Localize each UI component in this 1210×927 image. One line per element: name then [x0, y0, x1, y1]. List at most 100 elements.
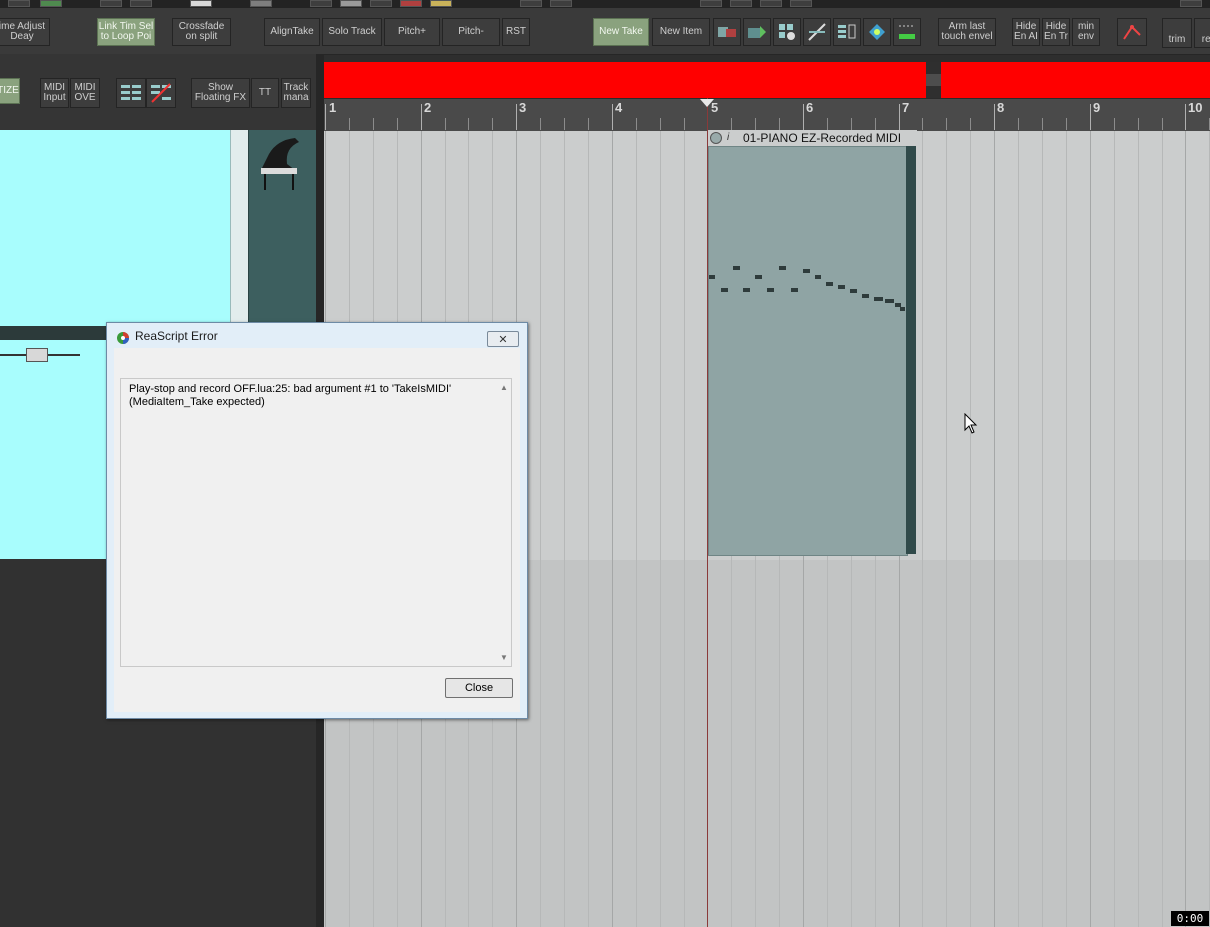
- toolbar-icon[interactable]: [700, 0, 722, 7]
- solo-track-button[interactable]: Solo Track: [322, 18, 382, 46]
- scroll-up-icon[interactable]: ▲: [500, 383, 508, 392]
- midi-overdub-button[interactable]: MIDI OVE: [70, 78, 100, 108]
- midi-note: [743, 288, 750, 292]
- pitch-down-button[interactable]: Pitch-: [442, 18, 500, 46]
- toolbar-icon[interactable]: [190, 0, 212, 7]
- track-list-icon[interactable]: [116, 78, 146, 108]
- grid-line: [1090, 130, 1091, 927]
- ruler-tick: [421, 104, 422, 130]
- trim-button[interactable]: trim: [1162, 18, 1192, 48]
- scroll-down-icon[interactable]: ▼: [500, 653, 508, 662]
- cursor-marker-icon[interactable]: [700, 99, 714, 107]
- toolbar-icon[interactable]: [340, 0, 362, 7]
- toolbar-icon[interactable]: [100, 0, 122, 7]
- min-envelope-button[interactable]: min env: [1072, 18, 1100, 46]
- track-toolbar: TIZE MIDI Input MIDI OVE Show Floating F…: [0, 54, 320, 130]
- quantize-button[interactable]: TIZE: [0, 78, 20, 104]
- grid-hand-icon[interactable]: [773, 18, 801, 46]
- volume-fader-handle[interactable]: [26, 348, 48, 362]
- dialog-close-x-button[interactable]: ✕: [487, 331, 519, 347]
- hide-envelopes-track-button[interactable]: Hide En Tr: [1042, 18, 1070, 46]
- scrollbar[interactable]: ▲ ▼: [497, 379, 511, 666]
- midi-note: [721, 288, 728, 292]
- media-item-header[interactable]: i 01-PIANO EZ-Recorded MIDI: [707, 130, 917, 146]
- ruler-tick: [1138, 118, 1139, 130]
- meter-icon[interactable]: [893, 18, 921, 46]
- arm-last-touched-envelope-button[interactable]: Arm last touch envel: [938, 18, 996, 46]
- bar-number: 10: [1188, 100, 1203, 115]
- toolbar-icon[interactable]: [1180, 0, 1202, 7]
- rea-button[interactable]: rea: [1194, 18, 1210, 48]
- ruler-tick: [492, 118, 493, 130]
- toolbar-icon[interactable]: [8, 0, 30, 7]
- ruler-tick: [755, 118, 756, 130]
- rst-button[interactable]: RST: [502, 18, 530, 46]
- toolbar-icon[interactable]: [550, 0, 572, 7]
- midi-note: [885, 299, 894, 303]
- grid-line: [612, 130, 613, 927]
- time-adjust-delay-button[interactable]: ime Adjust Deay: [0, 18, 50, 46]
- take-icon[interactable]: [713, 18, 741, 46]
- ruler-tick: [325, 104, 326, 130]
- track-list-disabled-icon[interactable]: [146, 78, 176, 108]
- midi-note: [815, 275, 821, 279]
- toolbar-icon[interactable]: [250, 0, 272, 7]
- bar-number: 3: [519, 100, 527, 115]
- grid-line: [1114, 130, 1115, 927]
- midi-input-button[interactable]: MIDI Input: [40, 78, 69, 108]
- grid-line: [1138, 130, 1139, 927]
- item-info-icon[interactable]: i: [727, 132, 737, 144]
- bar-number: 6: [806, 100, 814, 115]
- ruler-tick: [1066, 118, 1067, 130]
- toolbar-icon[interactable]: [730, 0, 752, 7]
- item-icon[interactable]: [743, 18, 771, 46]
- new-take-button[interactable]: New Take: [593, 18, 649, 46]
- grid-line: [660, 130, 661, 927]
- bar-number: 1: [329, 100, 337, 115]
- region-bar[interactable]: [941, 62, 1210, 98]
- bar-number: 2: [424, 100, 432, 115]
- toolbar-icon[interactable]: [760, 0, 782, 7]
- tt-button[interactable]: TT: [251, 78, 279, 108]
- align-take-button[interactable]: AlignTake: [264, 18, 320, 46]
- loop-diamond-icon[interactable]: [863, 18, 891, 46]
- ruler-tick: [516, 104, 517, 130]
- close-button[interactable]: Close: [445, 678, 513, 698]
- pitch-up-button[interactable]: Pitch+: [384, 18, 440, 46]
- envelope-point-icon[interactable]: [1117, 18, 1147, 46]
- toolbar-icon[interactable]: [520, 0, 542, 7]
- midi-note: [803, 269, 810, 273]
- midi-item-body[interactable]: [708, 146, 908, 556]
- ruler-tick: [827, 118, 828, 130]
- ruler-tick: [349, 118, 350, 130]
- item-edge-handle[interactable]: [906, 146, 916, 554]
- layout-icon[interactable]: [833, 18, 861, 46]
- edit-cursor: [707, 98, 708, 927]
- toolbar-icon[interactable]: [40, 0, 62, 7]
- crossfade-on-split-button[interactable]: Crossfade on split: [172, 18, 231, 46]
- midi-note: [791, 288, 798, 292]
- error-text-area[interactable]: Play-stop and record OFF.lua:25: bad arg…: [120, 378, 512, 667]
- toolbar-icon[interactable]: [430, 0, 452, 7]
- toolbar-icon[interactable]: [790, 0, 812, 7]
- timeline-ruler[interactable]: [324, 98, 1210, 131]
- ruler-tick: [994, 104, 995, 130]
- ruler-tick: [397, 118, 398, 130]
- region-bar[interactable]: [324, 62, 926, 98]
- item-mute-icon[interactable]: [710, 132, 722, 144]
- link-time-sel-loop-button[interactable]: Link Tim Sel to Loop Poi: [97, 18, 155, 46]
- toolbar-icon[interactable]: [310, 0, 332, 7]
- grid-line: [946, 130, 947, 927]
- track-manager-button[interactable]: Track mana: [281, 78, 311, 108]
- new-item-button[interactable]: New Item: [652, 18, 710, 46]
- grid-line: [922, 130, 923, 927]
- toolbar-icon[interactable]: [370, 0, 392, 7]
- show-floating-fx-button[interactable]: Show Floating FX: [191, 78, 250, 108]
- toolbar-icon[interactable]: [400, 0, 422, 7]
- toolbar-icon[interactable]: [130, 0, 152, 7]
- ruler-tick: [684, 118, 685, 130]
- ruler-tick: [731, 118, 732, 130]
- hide-envelopes-all-button[interactable]: Hide En AI: [1012, 18, 1040, 46]
- main-toolbar: ime Adjust Deay Link Tim Sel to Loop Poi…: [0, 8, 1210, 55]
- crossed-lines-icon[interactable]: [803, 18, 831, 46]
